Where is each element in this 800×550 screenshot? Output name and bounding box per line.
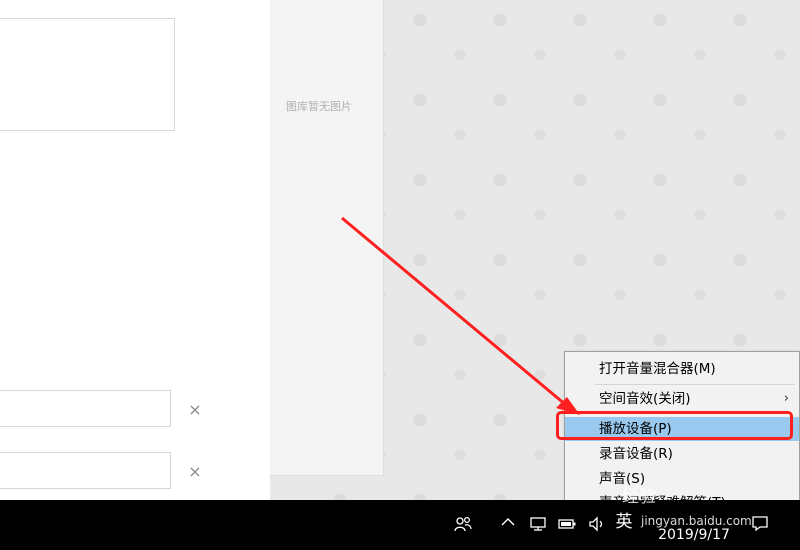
menu-item-label: 空间音效(关闭) <box>599 391 691 407</box>
gallery-empty-text: 图库暂无图片 <box>286 100 352 113</box>
editor-panel: × × <box>0 0 270 500</box>
menu-item-spatial-sound[interactable]: 空间音效(关闭) › <box>565 387 799 411</box>
chevron-up-icon[interactable] <box>498 514 518 535</box>
gallery-panel <box>270 0 384 476</box>
network-icon[interactable] <box>527 514 549 539</box>
volume-context-menu: 打开音量混合器(M) 空间音效(关闭) › 播放设备(P) 录音设备(R) 声音… <box>564 351 800 517</box>
ime-indicator[interactable]: 英 <box>614 512 634 532</box>
menu-separator <box>595 384 795 385</box>
menu-item-label: 录音设备(R) <box>599 446 673 462</box>
menu-item-label: 播放设备(P) <box>599 421 672 437</box>
clear-field-2-icon[interactable]: × <box>187 464 203 480</box>
clock-date: 2019/9/17 <box>658 527 730 543</box>
menu-item-open-volume-mixer[interactable]: 打开音量混合器(M) <box>565 357 799 381</box>
text-field-1[interactable] <box>0 390 171 427</box>
clear-field-1-icon[interactable]: × <box>187 402 203 418</box>
notification-icon[interactable] <box>750 513 770 538</box>
text-field-2[interactable] <box>0 452 171 489</box>
battery-icon[interactable] <box>556 514 578 539</box>
menu-item-sounds[interactable]: 声音(S) <box>565 467 799 491</box>
menu-item-recording-devices[interactable]: 录音设备(R) <box>565 442 799 466</box>
people-icon[interactable] <box>452 515 474 540</box>
image-upload-box[interactable] <box>0 18 175 131</box>
volume-icon[interactable] <box>586 514 608 539</box>
menu-item-label: 声音(S) <box>599 471 646 487</box>
menu-item-playback-devices[interactable]: 播放设备(P) <box>565 417 799 441</box>
submenu-arrow-icon: › <box>783 391 789 406</box>
menu-item-label: 打开音量混合器(M) <box>599 361 716 377</box>
